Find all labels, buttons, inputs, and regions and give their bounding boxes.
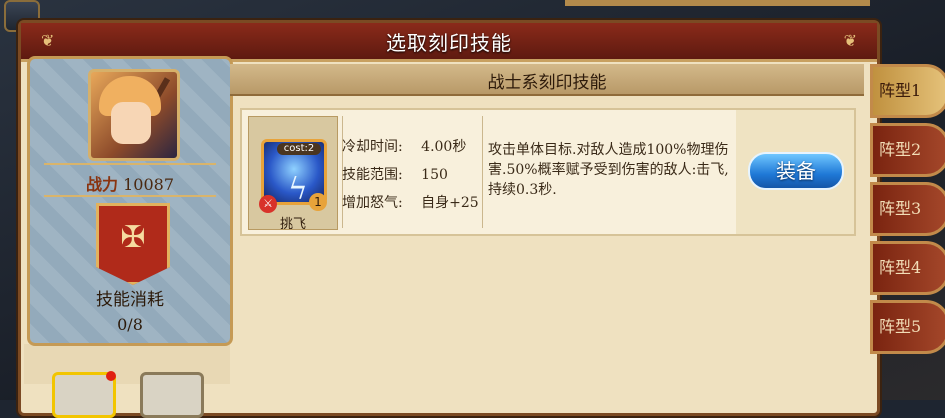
divider	[44, 195, 216, 197]
skill-cost-label: 技能消耗	[96, 290, 164, 310]
tab-formation-4[interactable]: 阵型4	[870, 241, 945, 295]
stat-cooldown: 冷却时间: 4.00秒	[342, 136, 482, 164]
notification-dot	[106, 371, 116, 381]
skill-description: 攻击单体目标.对敌人造成100%物理伤害.50%概率赋予受到伤害的敌人:击飞,持…	[488, 142, 729, 198]
skill-level-badge: 1	[309, 193, 327, 211]
power-label: 战力	[85, 175, 118, 194]
axe-icon: ✠	[120, 220, 146, 255]
skill-cost-value: 0/8	[117, 315, 143, 334]
hero-panel: 战力 10087 ✠ 技能消耗 0/8	[27, 56, 233, 346]
stat-label: 增加怒气:	[342, 195, 403, 211]
equip-button[interactable]: 装备	[748, 152, 844, 190]
cost-tag: cost:2	[277, 143, 321, 155]
stat-label: 技能范围:	[342, 167, 403, 183]
stat-value: 自身+25	[421, 195, 479, 211]
skill-row: ϟ cost:2 ⚔ 1 挑飞 冷却时间: 4.00秒 技能范围: 150 增加…	[240, 108, 856, 236]
hero-avatar[interactable]	[88, 69, 180, 161]
window-title: 选取刻印技能	[386, 31, 512, 55]
skill-name: 挑飞	[279, 217, 306, 232]
right-ornament-icon: ❦	[843, 31, 857, 50]
tab-formation-2[interactable]: 阵型2	[870, 123, 945, 177]
stat-label: 冷却时间:	[342, 139, 403, 155]
stat-value: 150	[421, 167, 448, 183]
sword-badge-icon: ⚔	[259, 195, 277, 213]
skill-slot-1[interactable]	[52, 371, 116, 418]
skill-card[interactable]: ϟ cost:2 ⚔ 1 挑飞	[248, 116, 338, 232]
column-divider	[482, 116, 483, 228]
skill-slot-2[interactable]	[140, 372, 204, 418]
warrior-class-banner: ✠	[96, 203, 170, 285]
skill-stats: 冷却时间: 4.00秒 技能范围: 150 增加怒气: 自身+25	[342, 136, 482, 220]
divider	[44, 163, 216, 165]
lightning-icon: ϟ	[288, 172, 308, 207]
equip-area: 装备	[736, 110, 854, 234]
power-row: 战力 10087	[30, 171, 230, 195]
stat-rage: 增加怒气: 自身+25	[342, 192, 482, 220]
hero-face	[111, 102, 151, 144]
stat-range: 技能范围: 150	[342, 164, 482, 192]
power-value: 10087	[123, 175, 174, 194]
tab-formation-1[interactable]: 阵型1	[870, 64, 945, 118]
section-header: 战士系刻印技能	[230, 64, 864, 96]
tab-formation-5[interactable]: 阵型5	[870, 300, 945, 354]
section-title: 战士系刻印技能	[487, 73, 607, 93]
stat-value: 4.00秒	[421, 139, 467, 155]
top-decoration	[565, 0, 870, 6]
tab-formation-3[interactable]: 阵型3	[870, 182, 945, 236]
